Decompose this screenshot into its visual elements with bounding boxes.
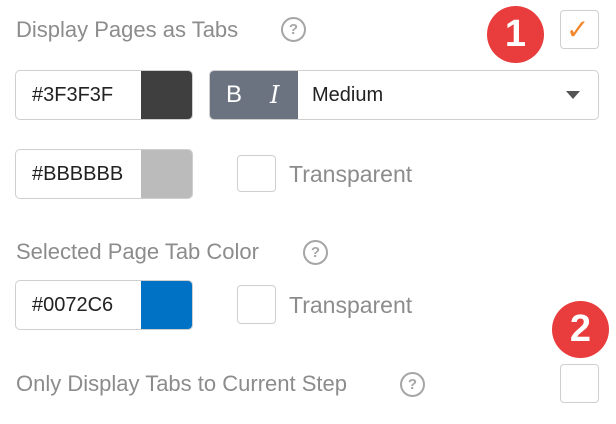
callout-badge-2: 2 [552, 301, 609, 358]
help-icon[interactable]: ? [303, 240, 328, 265]
tab-background-transparent-checkbox[interactable] [237, 155, 276, 192]
callout-badge-1: 1 [487, 6, 544, 63]
checkmark-icon: ✓ [566, 14, 590, 45]
tab-font-style-bar: B I Medium [209, 70, 599, 120]
tab-text-color-hex[interactable]: #3F3F3F [16, 71, 158, 119]
help-icon[interactable]: ? [281, 17, 306, 42]
tab-background-transparent-label: Transparent [289, 161, 413, 187]
display-pages-as-tabs-checkbox[interactable]: ✓ [560, 10, 599, 49]
selected-tab-transparent-checkbox[interactable] [237, 285, 276, 324]
font-size-select[interactable]: Medium [298, 71, 598, 119]
tab-text-color-swatch[interactable] [141, 71, 192, 119]
selected-page-tab-color-label: Selected Page Tab Color [16, 239, 259, 264]
help-icon[interactable]: ? [400, 372, 425, 397]
selected-tab-color-field[interactable]: #0072C6 [15, 280, 193, 330]
font-size-value: Medium [312, 84, 384, 106]
tab-text-color-field[interactable]: #3F3F3F [15, 70, 193, 120]
selected-tab-transparent-label: Transparent [289, 292, 413, 318]
selected-tab-color-swatch[interactable] [141, 281, 192, 329]
only-display-tabs-label: Only Display Tabs to Current Step [16, 371, 347, 396]
tab-background-color-field[interactable]: #BBBBBB [15, 149, 193, 199]
display-pages-as-tabs-label: Display Pages as Tabs [16, 17, 239, 42]
chevron-down-icon [566, 91, 580, 99]
only-display-tabs-checkbox[interactable] [560, 364, 599, 403]
selected-tab-color-hex[interactable]: #0072C6 [16, 281, 158, 329]
tab-background-color-hex[interactable]: #BBBBBB [16, 150, 158, 198]
tab-background-color-swatch[interactable] [141, 150, 192, 198]
font-style-buttons: B I [210, 71, 298, 119]
bold-button[interactable]: B [226, 71, 242, 119]
italic-button[interactable]: I [270, 71, 279, 119]
